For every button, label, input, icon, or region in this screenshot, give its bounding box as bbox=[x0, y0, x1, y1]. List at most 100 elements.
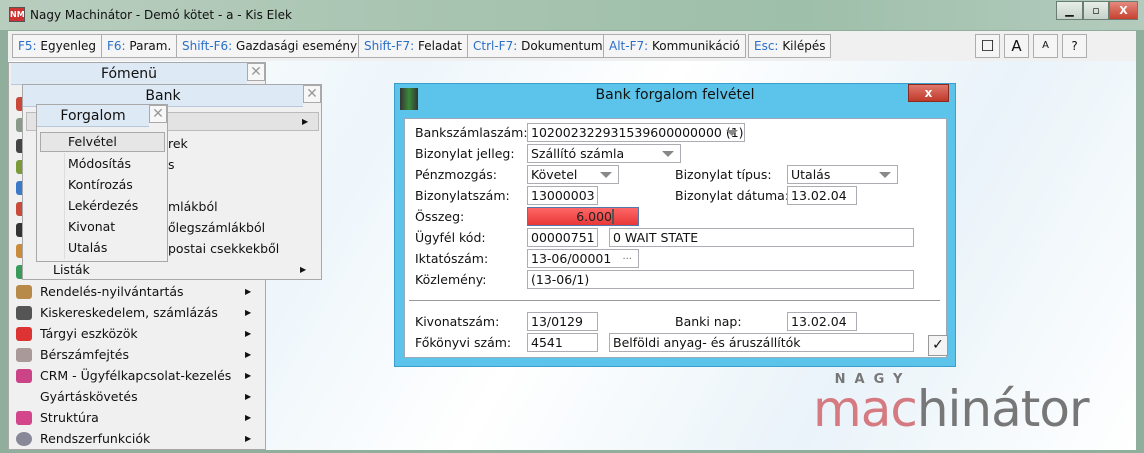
title-bar: NM Nagy Machinátor - Demó kötet - a - Ki… bbox=[0, 0, 1144, 30]
forgalom-item-kivonat[interactable]: Kivonat bbox=[68, 216, 115, 237]
ugyfel-kod-input[interactable]: 00000751 bbox=[527, 228, 598, 247]
shortcut-key: F5: bbox=[18, 39, 37, 53]
menu-item-gyartaskovetes[interactable]: Gyártáskövetés ▶ bbox=[9, 386, 259, 407]
submenu-arrow-icon: ▶ bbox=[245, 350, 252, 359]
kommunikacio-button[interactable]: Alt-F7: Kommunikáció bbox=[603, 34, 746, 58]
button-label: Egyenleg bbox=[40, 39, 97, 53]
submenu-arrow-icon: ▶ bbox=[245, 329, 252, 338]
shortcut-key: Ctrl-F7: bbox=[473, 39, 518, 53]
font-larger-button[interactable]: A bbox=[1004, 34, 1029, 58]
button-label: Kilépés bbox=[782, 39, 826, 53]
bank-menu-item[interactable]: postai csekkekből bbox=[168, 238, 279, 259]
banki-nap-label: Banki nap: bbox=[675, 314, 742, 329]
menu-item-label: Tárgyi eszközök bbox=[40, 326, 138, 341]
feladat-button[interactable]: Shift-F7: Feladat bbox=[358, 34, 469, 58]
menu-item-kiskereskedelem[interactable]: Kiskereskedelem, számlázás ▶ bbox=[9, 302, 259, 323]
jelleg-select[interactable]: Szállító számla bbox=[527, 144, 681, 163]
bank-menu-close-icon[interactable]: ✕ bbox=[303, 85, 321, 103]
kozlemeny-label: Közlemény: bbox=[415, 272, 487, 287]
bank-menu-item[interactable]: rek bbox=[168, 133, 188, 154]
ugyfel-nev-field: 0 WAIT STATE bbox=[609, 228, 914, 247]
menu-item-label: CRM - Ügyfélkapcsolat-kezelés bbox=[40, 368, 232, 383]
fokonyv-nev-field: Belföldi anyag- és áruszállítók bbox=[609, 333, 914, 352]
osszeg-label: Összeg: bbox=[415, 209, 465, 224]
datum-input[interactable]: 13.02.04 bbox=[787, 186, 857, 205]
osszeg-input[interactable]: 6.000 bbox=[527, 207, 639, 226]
button-label: Gazdasági esemény bbox=[236, 39, 358, 53]
iktato-label: Iktatószám: bbox=[415, 251, 489, 266]
bizonylatszam-input[interactable]: 13000003 bbox=[527, 186, 598, 205]
gears-icon bbox=[16, 432, 32, 446]
kivonat-label: Kivonatszám: bbox=[415, 314, 500, 329]
kozlemeny-input[interactable]: (13-06/1) bbox=[527, 270, 914, 289]
penzmozgas-select[interactable]: Követel bbox=[527, 165, 619, 184]
shortcut-key: Shift-F7: bbox=[364, 39, 415, 53]
forgalom-menu-close-icon[interactable]: ✕ bbox=[149, 105, 167, 123]
menu-item-label: Gyártáskövetés bbox=[40, 389, 138, 404]
bank-menu-item[interactable]: s bbox=[168, 154, 175, 175]
ok-button[interactable]: ✓ bbox=[928, 335, 948, 356]
button-label: Param. bbox=[129, 39, 172, 53]
dialog-close-button[interactable]: x bbox=[908, 84, 949, 102]
kivonat-input[interactable]: 13/0129 bbox=[527, 312, 598, 331]
box-icon bbox=[16, 285, 32, 299]
nagy-machinator-logo: NAGY machinátor bbox=[813, 372, 1113, 442]
menu-item-targyi-eszkozok[interactable]: Tárgyi eszközök ▶ bbox=[9, 323, 259, 344]
kilepes-button[interactable]: Esc: Kilépés bbox=[748, 34, 832, 58]
bizonylatszam-label: Bizonylatszám: bbox=[415, 188, 510, 203]
main-menu-close-icon[interactable]: ✕ bbox=[247, 63, 265, 81]
button-label: Feladat bbox=[418, 39, 463, 53]
dialog-title: Bank forgalom felvétel bbox=[595, 87, 755, 103]
tipus-label: Bizonylat típus: bbox=[675, 167, 772, 182]
menu-item-rendeles[interactable]: Rendelés-nyilvántartás ▶ bbox=[9, 281, 259, 302]
browse-button[interactable]: ... bbox=[622, 250, 632, 265]
font-smaller-button[interactable]: A bbox=[1033, 34, 1058, 58]
gazdasagi-esemeny-button[interactable]: Shift-F6: Gazdasági esemény bbox=[176, 34, 364, 58]
shortcut-key: Esc: bbox=[754, 39, 779, 53]
people-icon bbox=[16, 369, 32, 383]
forgalom-item-modositas[interactable]: Módosítás bbox=[68, 153, 131, 174]
window-mode-button[interactable]: ☐ bbox=[975, 34, 1000, 58]
submenu-arrow-icon: ▶ bbox=[245, 287, 252, 296]
menu-item-struktura[interactable]: Struktúra ▶ bbox=[9, 407, 259, 428]
house-icon bbox=[16, 327, 32, 341]
param-button[interactable]: F6: Param. bbox=[101, 34, 178, 58]
submenu-arrow-icon: ▶ bbox=[245, 308, 252, 317]
button-label: Kommunikáció bbox=[652, 39, 740, 53]
bank-menu-item[interactable]: őlegszámlákból bbox=[168, 217, 265, 238]
text-cursor bbox=[612, 209, 614, 224]
cube-icon bbox=[16, 411, 32, 425]
fokonyv-input[interactable]: 4541 bbox=[527, 333, 598, 352]
logo-text-b: hinátor bbox=[916, 380, 1090, 438]
minimize-button[interactable]: ▁ bbox=[1056, 1, 1083, 20]
menu-divider bbox=[64, 153, 65, 259]
forgalom-item-lekerdezes[interactable]: Lekérdezés bbox=[68, 195, 138, 216]
menu-item-rendszerfunkciok[interactable]: Rendszerfunkciók ▶ bbox=[9, 428, 259, 449]
fokonyv-label: Főkönyvi szám: bbox=[415, 335, 512, 350]
register-icon bbox=[16, 306, 32, 320]
forgalom-item-kontirozas[interactable]: Kontírozás bbox=[68, 174, 133, 195]
help-button[interactable]: ? bbox=[1062, 34, 1087, 58]
app-icon: NM bbox=[9, 7, 25, 22]
bankszamla-select[interactable]: 102002322931539600000000 (1) bbox=[527, 123, 745, 142]
dokumentum-button[interactable]: Ctrl-F7: Dokumentum bbox=[467, 34, 609, 58]
tipus-select[interactable]: Utalás bbox=[787, 165, 898, 184]
menu-item-crm[interactable]: CRM - Ügyfélkapcsolat-kezelés ▶ bbox=[9, 365, 259, 386]
menu-item-berszamfejtes[interactable]: Bérszámfejtés ▶ bbox=[9, 344, 259, 365]
window-title: Nagy Machinátor - Demó kötet - a - Kis E… bbox=[30, 8, 292, 22]
menu-item-label: Bérszámfejtés bbox=[40, 347, 129, 362]
forgalom-menu-title: Forgalom bbox=[37, 105, 149, 127]
datum-label: Bizonylat dátuma: bbox=[675, 188, 790, 203]
forgalom-item-felvetel[interactable]: Felvétel bbox=[40, 132, 165, 152]
menu-item-label: Struktúra bbox=[40, 410, 99, 425]
banki-nap-input[interactable]: 13.02.04 bbox=[787, 312, 857, 331]
bank-menu-item[interactable]: mlákból bbox=[168, 196, 218, 217]
egyenleg-button[interactable]: F5: Egyenleg bbox=[12, 34, 103, 58]
submenu-arrow-icon: ▶ bbox=[302, 117, 309, 126]
iktato-input[interactable]: 13-06/00001... bbox=[527, 249, 639, 268]
bank-menu-item-listak[interactable]: Listák ▶ bbox=[53, 259, 313, 280]
forgalom-item-utalas[interactable]: Utalás bbox=[68, 237, 107, 258]
window-close-button[interactable]: X bbox=[1109, 1, 1138, 20]
maximize-button[interactable]: ▫ bbox=[1083, 1, 1109, 20]
jelleg-label: Bizonylat jelleg: bbox=[415, 146, 515, 161]
